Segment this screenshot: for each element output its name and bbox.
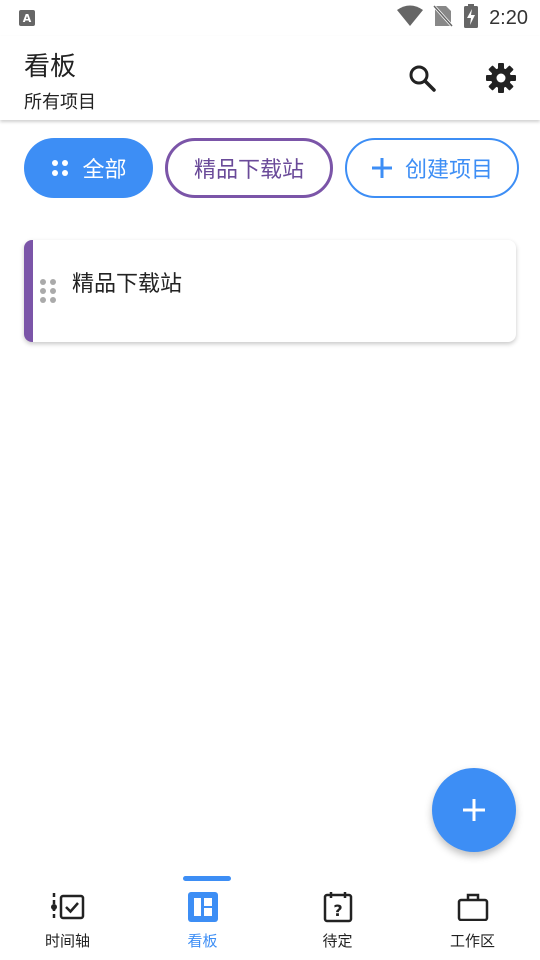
filter-chip-project[interactable]: 精品下载站 (165, 138, 333, 198)
battery-charging-icon (463, 4, 479, 32)
nav-item-workspace[interactable]: 工作区 (405, 872, 540, 960)
page-subtitle: 所有项目 (24, 92, 96, 113)
project-card[interactable]: 精品下载站 (24, 240, 516, 342)
svg-text:A: A (23, 12, 32, 25)
search-icon (409, 65, 436, 92)
add-button[interactable] (432, 768, 516, 852)
timeline-icon (50, 890, 85, 924)
nav-item-pending[interactable]: ? 待定 (270, 872, 405, 960)
project-name: 精品下载站 (72, 272, 183, 297)
bottom-nav: 时间轴 看板 ? 待定 工作区 (0, 872, 540, 960)
settings-button[interactable] (481, 58, 521, 98)
gear-icon (486, 63, 516, 93)
active-tab-indicator (183, 876, 231, 881)
plus-icon (463, 799, 485, 821)
plus-icon (371, 157, 393, 179)
filter-chip-project-label: 精品下载站 (193, 158, 304, 183)
board-icon (186, 890, 220, 924)
nav-item-timeline[interactable]: 时间轴 (0, 872, 135, 960)
drag-handle-icon[interactable] (39, 278, 57, 308)
pending-calendar-icon: ? (321, 890, 355, 924)
page-title: 看板 (24, 52, 77, 82)
filter-chip-all[interactable]: 全部 (24, 138, 153, 198)
keyboard-a-icon: A (18, 9, 36, 27)
svg-text:?: ? (333, 901, 342, 920)
nav-label-board: 看板 (187, 932, 218, 950)
status-time: 2:20 (489, 6, 528, 29)
dots-grid-icon (50, 158, 70, 178)
wifi-icon (397, 5, 424, 31)
status-bar: A 2:20 (0, 0, 540, 36)
status-icons: 2:20 (397, 4, 528, 32)
project-color-bar (24, 240, 33, 342)
nav-label-timeline: 时间轴 (44, 932, 90, 950)
create-project-label: 创建项目 (404, 158, 493, 183)
app-bar: 看板 所有项目 (0, 36, 540, 120)
nav-label-workspace: 工作区 (449, 932, 495, 950)
no-sim-icon (432, 4, 454, 32)
search-button[interactable] (402, 58, 442, 98)
briefcase-icon (456, 890, 490, 924)
nav-label-pending: 待定 (322, 932, 353, 950)
filter-chip-all-label: 全部 (82, 158, 127, 183)
create-project-button[interactable]: 创建项目 (345, 138, 519, 198)
nav-item-board[interactable]: 看板 (135, 872, 270, 960)
